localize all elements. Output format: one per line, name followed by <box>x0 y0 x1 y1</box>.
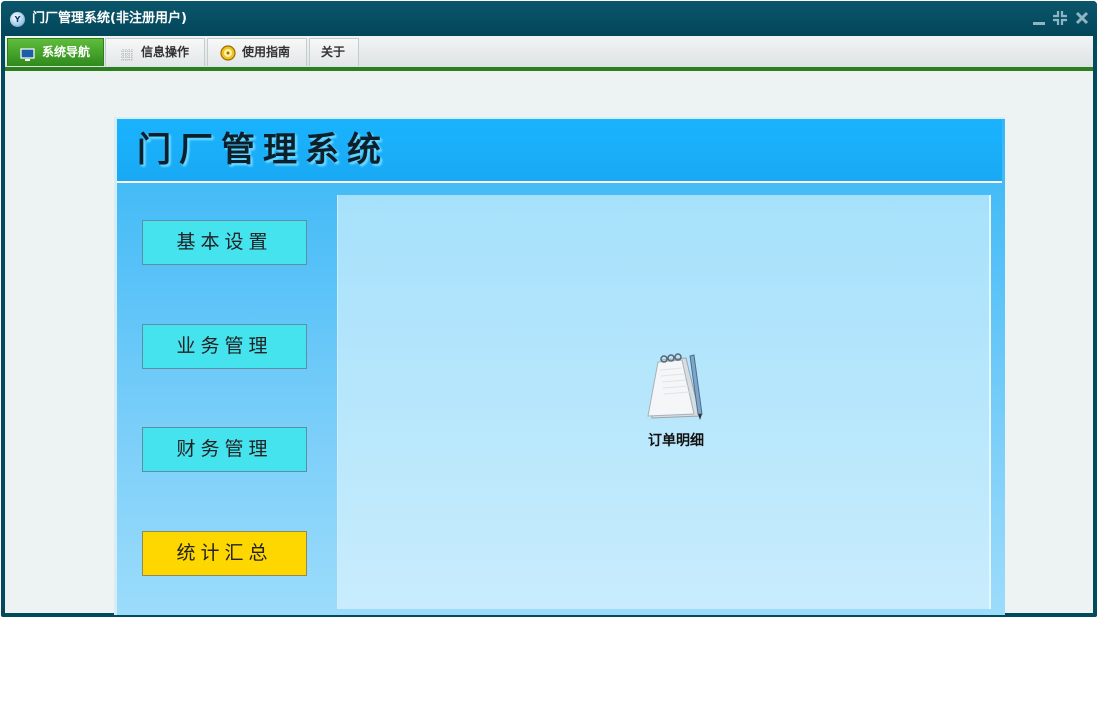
statistics-summary-button[interactable]: 统计汇总 <box>142 531 307 576</box>
order-details-label: 订单明细 <box>648 433 704 449</box>
tab-label: 关于 <box>321 45 346 59</box>
app-logo-icon: Y <box>10 12 25 27</box>
tab-info-operation[interactable]: 信息操作 <box>105 38 205 66</box>
main-content: 门厂管理系统 基本设置 业务管理 财务管理 统计汇总 订单明细 <box>5 71 1093 615</box>
panel-title: 门厂管理系统 <box>137 130 389 170</box>
notepad-icon <box>647 353 703 420</box>
finance-management-button[interactable]: 财务管理 <box>142 427 307 472</box>
minimize-icon[interactable] <box>1031 10 1047 26</box>
monitor-icon <box>20 45 35 61</box>
tab-user-guide[interactable]: 使用指南 <box>207 38 307 66</box>
function-area: 订单明细 <box>337 195 991 609</box>
tab-label: 系统导航 <box>42 45 91 59</box>
app-window: Y 门厂管理系统(非注册用户) 系统导航 信息操作 使用指南 关于 门厂管理系统… <box>1 1 1097 617</box>
grid-icon <box>120 45 134 61</box>
close-icon[interactable] <box>1074 10 1090 26</box>
panel-header: 门厂管理系统 <box>117 119 1002 183</box>
title-bar[interactable]: Y 门厂管理系统(非注册用户) <box>1 1 1097 36</box>
business-management-button[interactable]: 业务管理 <box>142 324 307 369</box>
tab-about[interactable]: 关于 <box>309 38 359 66</box>
system-panel: 门厂管理系统 基本设置 业务管理 财务管理 统计汇总 订单明细 <box>114 117 1005 615</box>
tab-label: 使用指南 <box>242 45 291 59</box>
tab-label: 信息操作 <box>141 45 190 59</box>
compass-icon <box>220 44 236 61</box>
order-details-item[interactable]: 订单明细 <box>636 350 726 450</box>
restore-icon[interactable] <box>1052 10 1068 26</box>
tab-bar: 系统导航 信息操作 使用指南 关于 <box>5 36 1093 67</box>
basic-settings-button[interactable]: 基本设置 <box>142 220 307 265</box>
tab-system-navigation[interactable]: 系统导航 <box>7 38 104 66</box>
window-title: 门厂管理系统(非注册用户) <box>32 11 187 26</box>
